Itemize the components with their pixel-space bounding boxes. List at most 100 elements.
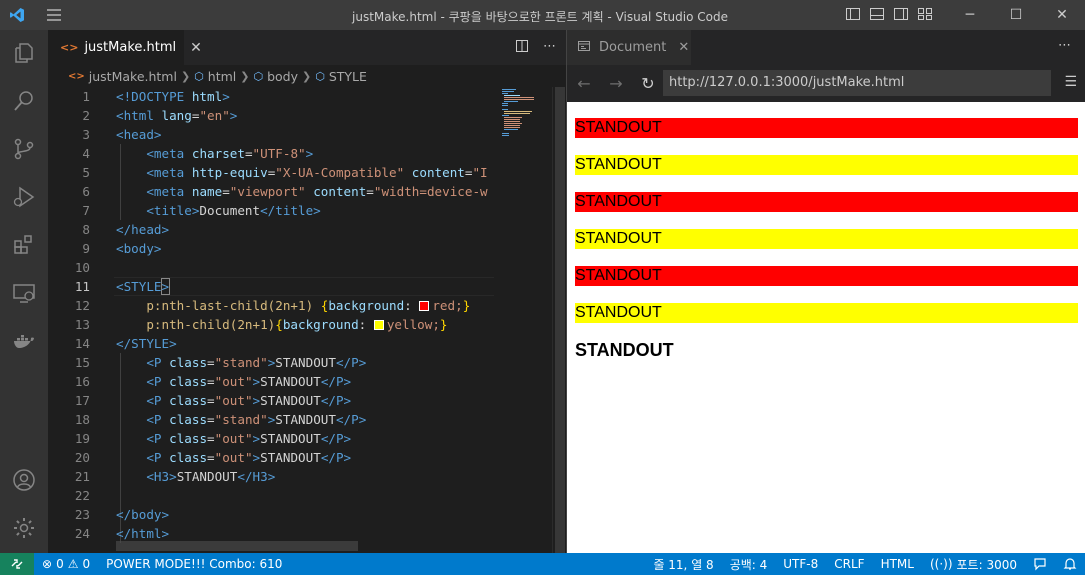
problems-indicator[interactable]: ⊗ 0 ⚠ 0 [34,557,98,571]
hamburger-menu-icon[interactable]: ☰ [1064,74,1077,90]
token: STANDOUT [260,374,321,389]
line-number: 24 [74,526,90,541]
token: STANDOUT [275,355,336,370]
feedback-icon[interactable] [1025,557,1055,571]
breadcrumb-item-html[interactable]: html [208,69,236,84]
remote-explorer-icon[interactable] [12,281,36,305]
breadcrumb-item-body[interactable]: body [267,69,298,84]
token: "out" [214,431,253,446]
chevron-right-icon: ❯ [302,69,312,83]
power-mode-status: POWER MODE!!! Combo: 610 [106,557,283,571]
window-title: justMake.html - 쿠팡을 바탕으로한 프론트 계획 - Visua… [352,10,728,24]
line-number: 13 [74,317,90,332]
code-editor[interactable]: 1 <!DOCTYPE html> 2 <html lang="en"> 3 <hea… [48,87,494,553]
token: "en" [199,108,230,123]
horizontal-scrollbar[interactable] [116,541,358,551]
code-line-current: 11 <STYLE> [48,277,494,296]
chevron-right-icon: ❯ [180,69,191,83]
code-line: 10 [48,258,494,277]
token: red; [432,298,463,313]
line-number: 6 [82,184,90,199]
end-of-line[interactable]: CRLF [826,557,872,571]
split-editor-icon[interactable] [515,39,529,57]
html-file-icon: <> [68,70,85,82]
close-tab-icon[interactable]: ✕ [678,40,689,55]
line-number: 14 [74,336,90,351]
menu-icon[interactable] [34,0,74,30]
cursor-position[interactable]: 줄 11, 열 8 [645,556,721,573]
line-number: 4 [82,146,90,161]
toggle-primary-sidebar-icon[interactable] [845,6,861,22]
token: html [191,89,223,104]
tab-document[interactable]: Document ✕ [567,30,691,65]
close-button[interactable]: ✕ [1039,0,1085,30]
token: background [328,298,405,313]
token: "I [472,165,488,180]
breadcrumb-item-file[interactable]: justMake.html [89,69,177,84]
color-swatch[interactable] [373,320,384,330]
line-number: 7 [82,203,90,218]
line-number: 8 [82,222,90,237]
reload-icon[interactable]: ↻ [639,74,657,93]
tab-justmake-html[interactable]: <> justMake.html ✕ [48,30,202,65]
vertical-scrollbar[interactable] [552,87,566,553]
forward-arrow-icon[interactable]: → [607,74,625,93]
port-label: 포트: 3000 [956,557,1017,572]
code-line: 22 [48,486,494,505]
language-mode[interactable]: HTML [873,557,922,571]
maximize-button[interactable]: ☐ [993,0,1039,30]
search-icon[interactable] [12,89,36,113]
code-line: 12 p:nth-last-child(2n+1) {background: r… [48,296,494,315]
toggle-secondary-sidebar-icon[interactable] [893,6,909,22]
explorer-icon[interactable] [12,41,36,65]
customize-layout-icon[interactable] [917,6,933,22]
back-arrow-icon[interactable]: ← [575,74,593,93]
paragraph-standout: STANDOUT [575,118,1078,138]
warning-icon: ⚠ [67,557,79,571]
toggle-panel-icon[interactable] [869,6,885,22]
token: yellow; [386,317,440,332]
code-line: 19 <P class="out">STANDOUT</P> [48,429,494,448]
element-icon: ⬡ [315,69,325,83]
notifications-bell-icon[interactable] [1055,557,1085,571]
run-debug-icon[interactable] [12,185,36,209]
minimize-button[interactable]: ─ [947,0,993,30]
paragraph-standout: STANDOUT [575,229,1078,249]
more-actions-icon[interactable]: ⋯ [1058,38,1071,53]
token: > [222,89,230,104]
url-input[interactable]: http://127.0.0.1:3000/justMake.html [663,70,1051,96]
tab-label: justMake.html [84,40,177,55]
source-control-icon[interactable] [12,137,36,161]
line-number: 16 [74,374,90,389]
scrollbar-thumb[interactable] [555,87,565,553]
status-bar: ⊗ 0 ⚠ 0 POWER MODE!!! Combo: 610 줄 11, 열 8… [0,553,1085,575]
error-count: 0 [56,557,64,571]
accounts-icon[interactable] [12,468,36,492]
extensions-icon[interactable] [12,233,36,257]
remote-indicator[interactable] [0,553,34,575]
line-number: 1 [82,89,90,104]
code-line: 13 p:nth-child(2n+1){background: yellow;… [48,315,494,334]
settings-gear-icon[interactable] [12,516,36,540]
line-number: 3 [82,127,90,142]
close-tab-icon[interactable]: ✕ [190,40,202,56]
docker-icon[interactable] [12,329,36,353]
element-icon: ⬡ [194,69,204,83]
line-number: 10 [74,260,90,275]
minimap[interactable] [494,87,552,553]
broadcast-icon: ((·)) [929,557,953,571]
chevron-right-icon: ❯ [240,69,250,83]
code-line: 14 </STYLE> [48,334,494,353]
color-swatch[interactable] [419,301,430,311]
encoding[interactable]: UTF-8 [775,557,826,571]
line-number: 17 [74,393,90,408]
token: background [282,317,359,332]
token: "out" [214,374,253,389]
browser-preview-icon [577,40,591,56]
more-actions-icon[interactable]: ⋯ [543,39,556,57]
breadcrumb-item-style[interactable]: STYLE [329,69,367,84]
paragraph-standout: STANDOUT [575,266,1078,286]
paragraph-standout: STANDOUT [575,155,1078,175]
port-status[interactable]: ((·)) 포트: 3000 [922,556,1025,573]
indentation[interactable]: 공백: 4 [722,556,776,573]
